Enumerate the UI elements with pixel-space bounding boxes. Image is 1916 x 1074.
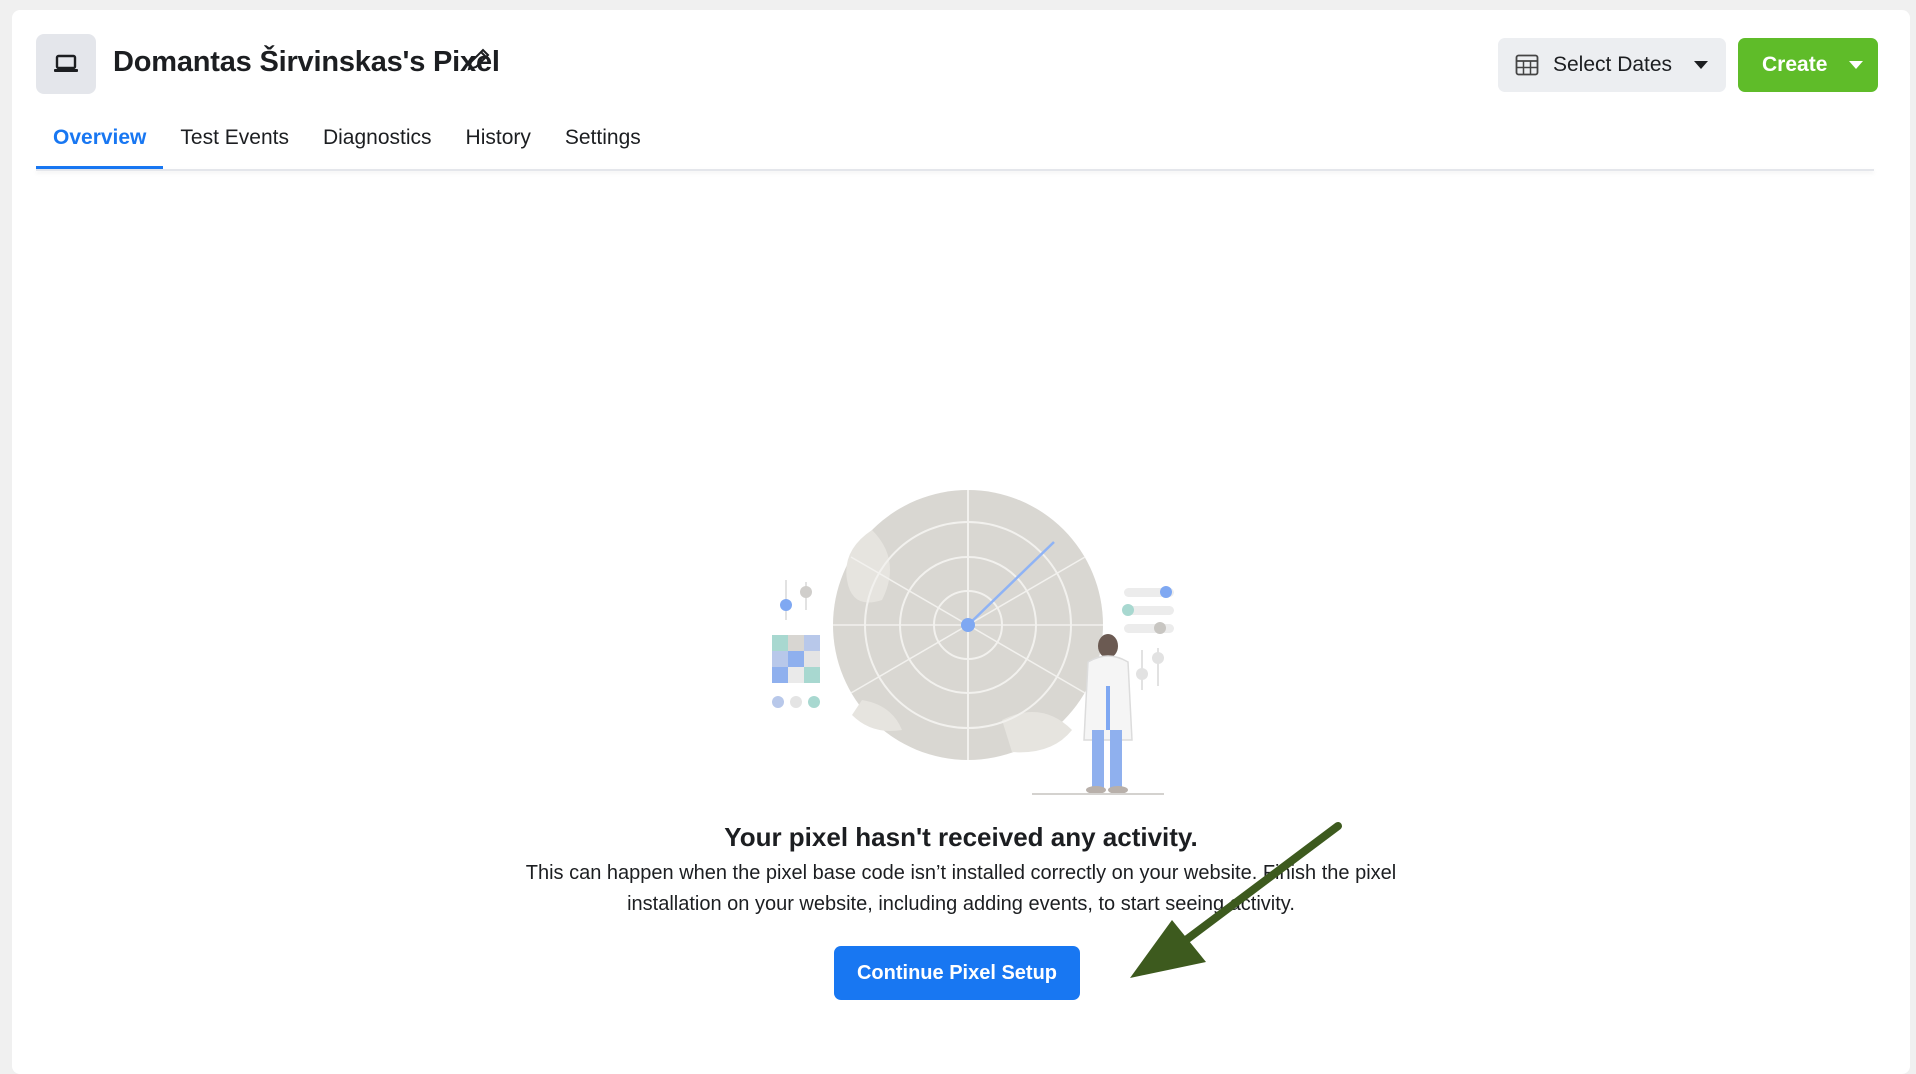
- continue-pixel-setup-button[interactable]: Continue Pixel Setup: [834, 946, 1080, 1000]
- tab-bar: Overview Test Events Diagnostics History…: [36, 118, 658, 170]
- page-title: Domantas Širvinskas's Pixel: [113, 46, 500, 78]
- chevron-down-icon: [1694, 61, 1708, 69]
- empty-state-description: This can happen when the pixel base code…: [525, 862, 1397, 915]
- calendar-table-icon: [1515, 54, 1539, 76]
- pencil-icon[interactable]: [464, 46, 492, 74]
- laptop-icon: [54, 54, 78, 72]
- tab-settings[interactable]: Settings: [548, 118, 658, 170]
- radar-illustration: [772, 490, 1174, 795]
- tab-history[interactable]: History: [449, 118, 548, 170]
- pixel-card: Domantas Širvinskas's Pixel Select Dates…: [12, 10, 1910, 1074]
- tab-overview[interactable]: Overview: [36, 118, 164, 170]
- tab-diagnostics[interactable]: Diagnostics: [306, 118, 449, 170]
- tab-divider: [36, 169, 1874, 171]
- create-button[interactable]: Create: [1738, 38, 1878, 92]
- pixel-avatar: [36, 34, 96, 94]
- tab-test-events[interactable]: Test Events: [163, 118, 306, 170]
- create-label: Create: [1762, 53, 1828, 76]
- chevron-down-icon: [1849, 61, 1864, 69]
- select-dates-button[interactable]: Select Dates: [1498, 38, 1726, 92]
- select-dates-label: Select Dates: [1553, 53, 1673, 76]
- empty-state-title: Your pixel hasn't received any activity.: [724, 822, 1198, 852]
